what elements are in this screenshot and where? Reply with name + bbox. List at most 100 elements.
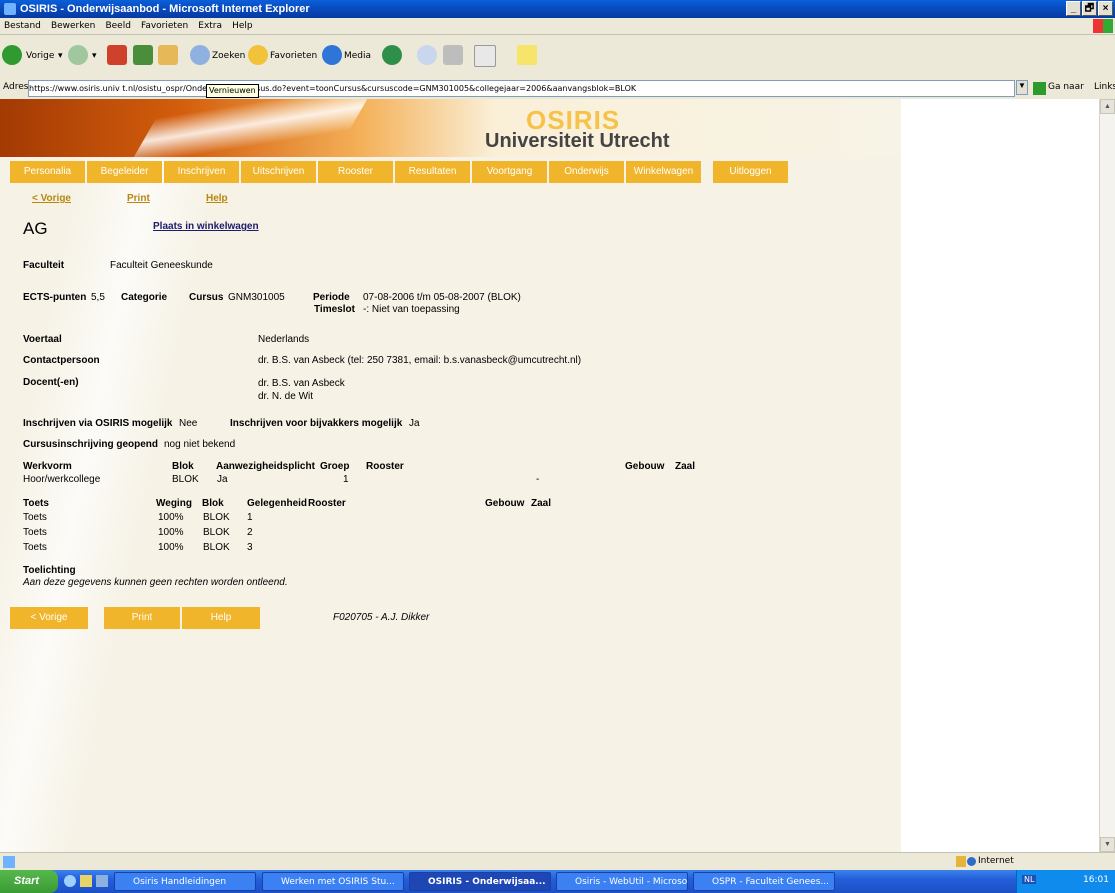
- forward-icon[interactable]: [68, 45, 88, 65]
- back-dropdown-icon[interactable]: ▾: [58, 49, 63, 63]
- nav-onderwijs[interactable]: Onderwijs: [549, 161, 624, 183]
- werkvorm-cell: Hoor/werkcollege: [23, 474, 101, 485]
- bottom-help-button[interactable]: Help: [182, 607, 260, 629]
- add-to-cart-link[interactable]: Plaats in winkelwagen: [153, 221, 259, 232]
- refresh-icon[interactable]: [133, 45, 153, 65]
- page-decoration: [0, 99, 901, 852]
- restore-button[interactable]: 🗗: [1082, 1, 1097, 16]
- nav-begeleider[interactable]: Begeleider: [87, 161, 162, 183]
- address-label: Adres: [3, 82, 29, 92]
- menu-favorieten[interactable]: Favorieten: [141, 21, 188, 31]
- footer-code: F020705 - A.J. Dikker: [333, 612, 430, 623]
- prev-link[interactable]: < Vorige: [32, 193, 71, 204]
- toets-row-2-name: Toets: [23, 527, 47, 538]
- forward-dropdown-icon[interactable]: ▾: [92, 49, 97, 63]
- taskbar: Start Osiris Handleidingen Werken met OS…: [0, 870, 1115, 893]
- media-icon[interactable]: [322, 45, 342, 65]
- ie-icon: [4, 3, 16, 15]
- start-button[interactable]: Start: [0, 870, 58, 893]
- docent-value-2: dr. N. de Wit: [258, 391, 314, 402]
- menu-bestand[interactable]: Bestand: [4, 21, 41, 31]
- search-button[interactable]: Zoeken: [212, 49, 245, 63]
- menu-extra[interactable]: Extra: [198, 21, 222, 31]
- links-button[interactable]: Links: [1094, 82, 1115, 92]
- toets-row-1-weging: 100%: [158, 512, 184, 523]
- scroll-down-icon[interactable]: ▼: [1100, 837, 1115, 852]
- back-icon[interactable]: [2, 45, 22, 65]
- task-ospr-faculteit[interactable]: OSPR - Faculteit Genees...: [693, 872, 835, 891]
- nav-uitschrijven[interactable]: Uitschrijven: [241, 161, 316, 183]
- page-status-icon: [3, 856, 15, 868]
- header-banner: [0, 99, 901, 157]
- bottom-print-button[interactable]: Print: [104, 607, 180, 629]
- aanwezigheidsplicht-header: Aanwezigheidsplicht: [216, 461, 315, 472]
- help-link[interactable]: Help: [206, 193, 228, 204]
- language-indicator[interactable]: NL: [1022, 875, 1037, 884]
- menu-beeld[interactable]: Beeld: [105, 21, 130, 31]
- menu-bewerken[interactable]: Bewerken: [51, 21, 95, 31]
- history-icon[interactable]: [382, 45, 402, 65]
- bijvak-value: Ja: [409, 418, 420, 429]
- go-arrow-icon[interactable]: [1033, 82, 1046, 95]
- ects-value: 5,5: [91, 292, 105, 303]
- scroll-up-icon[interactable]: ▲: [1100, 99, 1115, 114]
- voertaal-value: Nederlands: [258, 334, 310, 345]
- window-titlebar: OSIRIS - Onderwijsaanbod - Microsoft Int…: [0, 0, 1115, 18]
- search-icon[interactable]: [190, 45, 210, 65]
- messenger-icon[interactable]: [517, 45, 537, 65]
- toelichting-label: Toelichting: [23, 565, 76, 576]
- timeslot-label: Timeslot: [314, 304, 355, 315]
- address-bar: Adres https://www.osiris.univ t.nl/osist…: [0, 77, 1115, 100]
- nav-resultaten[interactable]: Resultaten: [395, 161, 470, 183]
- nav-rooster[interactable]: Rooster: [318, 161, 393, 183]
- nav-voortgang[interactable]: Voortgang: [472, 161, 547, 183]
- task-osiris-onderwijsaanbod[interactable]: OSIRIS - Onderwijsaa...: [409, 872, 551, 891]
- address-dropdown-icon[interactable]: ▼: [1016, 80, 1028, 95]
- bottom-prev-button[interactable]: < Vorige: [10, 607, 88, 629]
- menu-help[interactable]: Help: [232, 21, 253, 31]
- mail-icon[interactable]: [417, 45, 437, 65]
- globe-icon: [967, 857, 976, 866]
- gelegenheid-header: Gelegenheid: [247, 498, 308, 509]
- periode-label: Periode: [313, 292, 350, 303]
- close-button[interactable]: ×: [1098, 1, 1113, 16]
- toets-header: Toets: [23, 498, 49, 509]
- toets-row-1-gelegenheid: 1: [247, 512, 253, 523]
- weging-header: Weging: [156, 498, 192, 509]
- favorites-star-icon[interactable]: [248, 45, 268, 65]
- print-link[interactable]: Print: [127, 193, 150, 204]
- toets-row-2-blok: BLOK: [203, 527, 230, 538]
- werkvorm-header: Werkvorm: [23, 461, 72, 472]
- task-osiris-handleidingen[interactable]: Osiris Handleidingen: [114, 872, 256, 891]
- banner-light-band: [132, 99, 368, 159]
- nav-inschrijven[interactable]: Inschrijven: [164, 161, 239, 183]
- vertical-scrollbar[interactable]: ▲ ▼: [1099, 99, 1115, 852]
- toets-row-3-name: Toets: [23, 542, 47, 553]
- quicklaunch-ie-icon[interactable]: [64, 875, 76, 887]
- minimize-button[interactable]: _: [1066, 1, 1081, 16]
- go-button[interactable]: Ga naar: [1048, 82, 1084, 92]
- zaal-header: Zaal: [675, 461, 696, 472]
- main-nav: Personalia Begeleider Inschrijven Uitsch…: [10, 161, 788, 183]
- nav-personalia[interactable]: Personalia: [10, 161, 85, 183]
- favorites-button[interactable]: Favorieten: [270, 49, 317, 63]
- task-werken-met-osiris[interactable]: Werken met OSIRIS Stu...: [262, 872, 404, 891]
- werkvorm-blok-cell: BLOK: [172, 474, 199, 485]
- rooster-header: Rooster: [366, 461, 404, 472]
- stop-icon[interactable]: [107, 45, 127, 65]
- print-icon[interactable]: [443, 45, 463, 65]
- media-button[interactable]: Media: [344, 49, 371, 63]
- address-input[interactable]: https://www.osiris.univ t.nl/osistu_ospr…: [28, 80, 1015, 97]
- toolbar: Vorige ▾ ▾ Zoeken Favorieten Media: [0, 35, 1115, 78]
- nav-uitloggen[interactable]: Uitloggen: [713, 161, 788, 183]
- task-osiris-webutil[interactable]: Osiris - WebUtil - Microso...: [556, 872, 688, 891]
- back-button[interactable]: Vorige: [26, 49, 54, 63]
- home-icon[interactable]: [158, 45, 178, 65]
- bijvak-label: Inschrijven voor bijvakkers mogelijk: [230, 418, 403, 429]
- nav-winkelwagen[interactable]: Winkelwagen: [626, 161, 701, 183]
- toets-gebouw-header: Gebouw: [485, 498, 525, 509]
- quicklaunch-outlook-icon[interactable]: [80, 875, 92, 887]
- quicklaunch-desktop-icon[interactable]: [96, 875, 108, 887]
- ects-label: ECTS-punten: [23, 292, 87, 303]
- edit-icon[interactable]: [474, 45, 496, 67]
